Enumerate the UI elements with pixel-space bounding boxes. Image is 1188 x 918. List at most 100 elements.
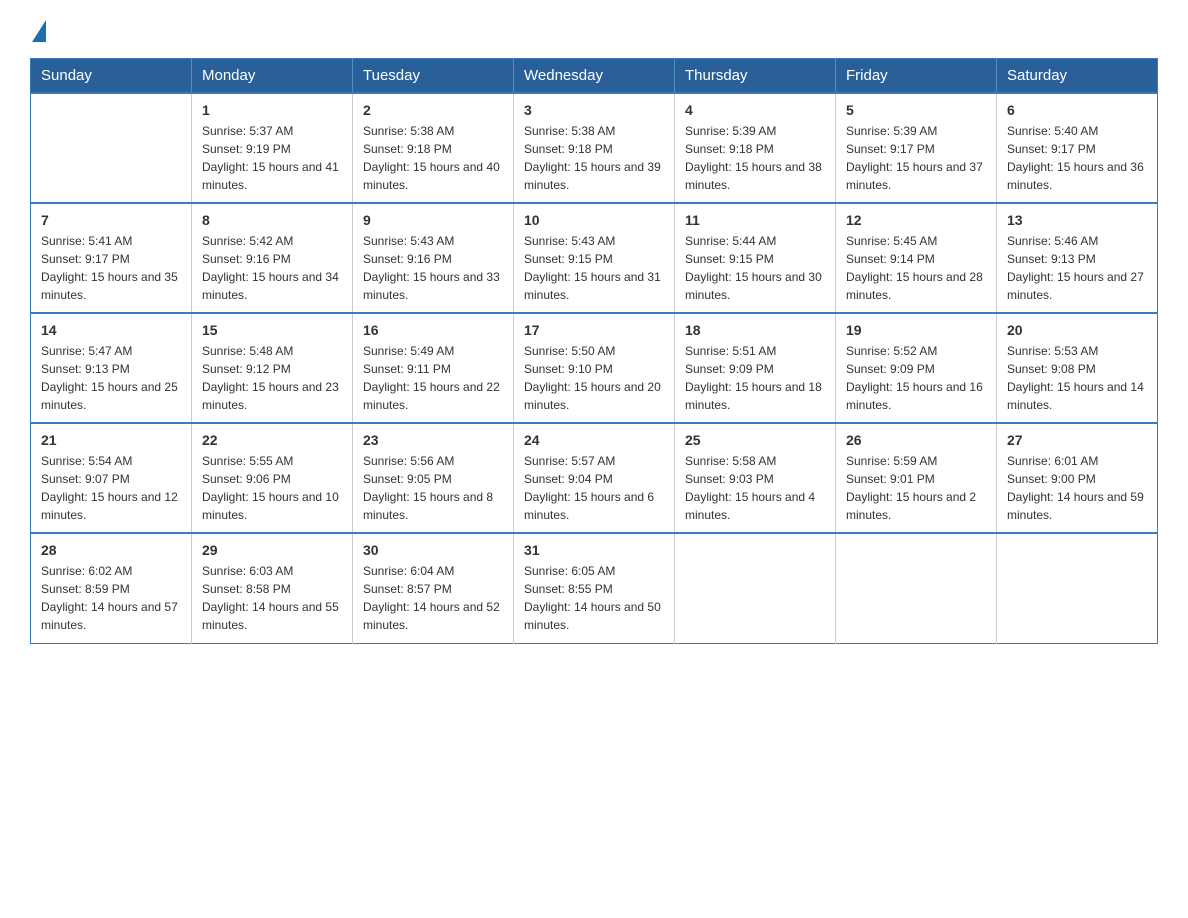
header-wednesday: Wednesday (514, 59, 675, 94)
calendar-table: Sunday Monday Tuesday Wednesday Thursday… (30, 58, 1158, 644)
day-number: 19 (846, 322, 986, 338)
calendar-cell: 9 Sunrise: 5:43 AMSunset: 9:16 PMDaylight… (353, 203, 514, 313)
day-number: 31 (524, 542, 664, 558)
day-number: 28 (41, 542, 181, 558)
calendar-cell: 15 Sunrise: 5:48 AMSunset: 9:12 PMDayligh… (192, 313, 353, 423)
calendar-cell: 28 Sunrise: 6:02 AMSunset: 8:59 PMDayligh… (31, 533, 192, 643)
calendar-cell: 18Sunrise: 5:51 AMSunset: 9:09 PMDayligh… (675, 313, 836, 423)
calendar-cell: 12 Sunrise: 5:45 AMSunset: 9:14 PMDayligh… (836, 203, 997, 313)
calendar-cell: 2 Sunrise: 5:38 AMSunset: 9:18 PMDaylight… (353, 93, 514, 203)
calendar-cell: 5 Sunrise: 5:39 AMSunset: 9:17 PMDaylight… (836, 93, 997, 203)
day-number: 13 (1007, 212, 1147, 228)
day-number: 2 (363, 102, 503, 118)
day-info: Sunrise: 5:44 AMSunset: 9:15 PMDaylight:… (685, 232, 825, 304)
day-info: Sunrise: 5:43 AMSunset: 9:16 PMDaylight:… (363, 232, 503, 304)
calendar-cell (675, 533, 836, 643)
calendar-cell: 29 Sunrise: 6:03 AMSunset: 8:58 PMDayligh… (192, 533, 353, 643)
calendar-cell: 17 Sunrise: 5:50 AMSunset: 9:10 PMDayligh… (514, 313, 675, 423)
day-number: 22 (202, 432, 342, 448)
calendar-cell: 6 Sunrise: 5:40 AMSunset: 9:17 PMDaylight… (997, 93, 1158, 203)
day-number: 10 (524, 212, 664, 228)
day-info: Sunrise: 5:57 AMSunset: 9:04 PMDaylight:… (524, 452, 664, 524)
day-info: Sunrise: 5:42 AMSunset: 9:16 PMDaylight:… (202, 232, 342, 304)
day-info: Sunrise: 5:53 AMSunset: 9:08 PMDaylight:… (1007, 342, 1147, 414)
day-number: 14 (41, 322, 181, 338)
calendar-cell: 3 Sunrise: 5:38 AMSunset: 9:18 PMDaylight… (514, 93, 675, 203)
day-info: Sunrise: 5:41 AMSunset: 9:17 PMDaylight:… (41, 232, 181, 304)
calendar-cell: 14 Sunrise: 5:47 AMSunset: 9:13 PMDayligh… (31, 313, 192, 423)
calendar-cell: 16 Sunrise: 5:49 AMSunset: 9:11 PMDayligh… (353, 313, 514, 423)
day-info: Sunrise: 5:49 AMSunset: 9:11 PMDaylight:… (363, 342, 503, 414)
day-number: 24 (524, 432, 664, 448)
day-number: 5 (846, 102, 986, 118)
day-info: Sunrise: 5:40 AMSunset: 9:17 PMDaylight:… (1007, 122, 1147, 194)
day-number: 15 (202, 322, 342, 338)
day-info: Sunrise: 5:55 AMSunset: 9:06 PMDaylight:… (202, 452, 342, 524)
logo (30, 20, 48, 40)
calendar-cell: 13 Sunrise: 5:46 AMSunset: 9:13 PMDayligh… (997, 203, 1158, 313)
calendar-cell: 8 Sunrise: 5:42 AMSunset: 9:16 PMDaylight… (192, 203, 353, 313)
day-number: 6 (1007, 102, 1147, 118)
day-number: 8 (202, 212, 342, 228)
day-number: 27 (1007, 432, 1147, 448)
day-number: 12 (846, 212, 986, 228)
day-info: Sunrise: 6:03 AMSunset: 8:58 PMDaylight:… (202, 562, 342, 634)
day-info: Sunrise: 5:59 AMSunset: 9:01 PMDaylight:… (846, 452, 986, 524)
calendar-cell: 26Sunrise: 5:59 AMSunset: 9:01 PMDayligh… (836, 423, 997, 533)
header-monday: Monday (192, 59, 353, 94)
day-info: Sunrise: 5:50 AMSunset: 9:10 PMDaylight:… (524, 342, 664, 414)
calendar-header: Sunday Monday Tuesday Wednesday Thursday… (31, 59, 1158, 94)
calendar-cell: 30 Sunrise: 6:04 AMSunset: 8:57 PMDayligh… (353, 533, 514, 643)
calendar-cell: 31 Sunrise: 6:05 AMSunset: 8:55 PMDayligh… (514, 533, 675, 643)
header-friday: Friday (836, 59, 997, 94)
calendar-cell: 20 Sunrise: 5:53 AMSunset: 9:08 PMDayligh… (997, 313, 1158, 423)
day-number: 25 (685, 432, 825, 448)
day-number: 16 (363, 322, 503, 338)
calendar-cell: 19Sunrise: 5:52 AMSunset: 9:09 PMDayligh… (836, 313, 997, 423)
calendar-cell (836, 533, 997, 643)
page-header (30, 20, 1158, 40)
day-info: Sunrise: 5:37 AMSunset: 9:19 PMDaylight:… (202, 122, 342, 194)
calendar-cell: 23 Sunrise: 5:56 AMSunset: 9:05 PMDayligh… (353, 423, 514, 533)
day-info: Sunrise: 5:39 AMSunset: 9:17 PMDaylight:… (846, 122, 986, 194)
day-info: Sunrise: 6:02 AMSunset: 8:59 PMDaylight:… (41, 562, 181, 634)
calendar-cell (31, 93, 192, 203)
calendar-cell: 21 Sunrise: 5:54 AMSunset: 9:07 PMDayligh… (31, 423, 192, 533)
day-number: 23 (363, 432, 503, 448)
day-number: 30 (363, 542, 503, 558)
day-number: 29 (202, 542, 342, 558)
header-thursday: Thursday (675, 59, 836, 94)
day-info: Sunrise: 5:54 AMSunset: 9:07 PMDaylight:… (41, 452, 181, 524)
day-info: Sunrise: 6:04 AMSunset: 8:57 PMDaylight:… (363, 562, 503, 634)
day-info: Sunrise: 5:45 AMSunset: 9:14 PMDaylight:… (846, 232, 986, 304)
day-info: Sunrise: 5:38 AMSunset: 9:18 PMDaylight:… (363, 122, 503, 194)
day-number: 21 (41, 432, 181, 448)
day-number: 3 (524, 102, 664, 118)
day-info: Sunrise: 5:51 AMSunset: 9:09 PMDaylight:… (685, 342, 825, 414)
calendar-cell (997, 533, 1158, 643)
calendar-cell: 22 Sunrise: 5:55 AMSunset: 9:06 PMDayligh… (192, 423, 353, 533)
calendar-cell: 7Sunrise: 5:41 AMSunset: 9:17 PMDaylight… (31, 203, 192, 313)
calendar-cell: 1 Sunrise: 5:37 AMSunset: 9:19 PMDaylight… (192, 93, 353, 203)
header-saturday: Saturday (997, 59, 1158, 94)
calendar-week-row: 7Sunrise: 5:41 AMSunset: 9:17 PMDaylight… (31, 203, 1158, 313)
calendar-week-row: 21 Sunrise: 5:54 AMSunset: 9:07 PMDayligh… (31, 423, 1158, 533)
day-info: Sunrise: 5:48 AMSunset: 9:12 PMDaylight:… (202, 342, 342, 414)
calendar-body: 1 Sunrise: 5:37 AMSunset: 9:19 PMDaylight… (31, 93, 1158, 643)
calendar-week-row: 14 Sunrise: 5:47 AMSunset: 9:13 PMDayligh… (31, 313, 1158, 423)
day-number: 1 (202, 102, 342, 118)
day-info: Sunrise: 5:46 AMSunset: 9:13 PMDaylight:… (1007, 232, 1147, 304)
day-info: Sunrise: 5:56 AMSunset: 9:05 PMDaylight:… (363, 452, 503, 524)
day-info: Sunrise: 5:43 AMSunset: 9:15 PMDaylight:… (524, 232, 664, 304)
calendar-week-row: 28 Sunrise: 6:02 AMSunset: 8:59 PMDayligh… (31, 533, 1158, 643)
logo-triangle-icon (32, 20, 46, 42)
day-info: Sunrise: 6:05 AMSunset: 8:55 PMDaylight:… (524, 562, 664, 634)
day-number: 9 (363, 212, 503, 228)
day-number: 17 (524, 322, 664, 338)
day-info: Sunrise: 5:38 AMSunset: 9:18 PMDaylight:… (524, 122, 664, 194)
calendar-cell: 25Sunrise: 5:58 AMSunset: 9:03 PMDayligh… (675, 423, 836, 533)
day-info: Sunrise: 5:39 AMSunset: 9:18 PMDaylight:… (685, 122, 825, 194)
calendar-cell: 24 Sunrise: 5:57 AMSunset: 9:04 PMDayligh… (514, 423, 675, 533)
day-info: Sunrise: 5:47 AMSunset: 9:13 PMDaylight:… (41, 342, 181, 414)
day-number: 20 (1007, 322, 1147, 338)
